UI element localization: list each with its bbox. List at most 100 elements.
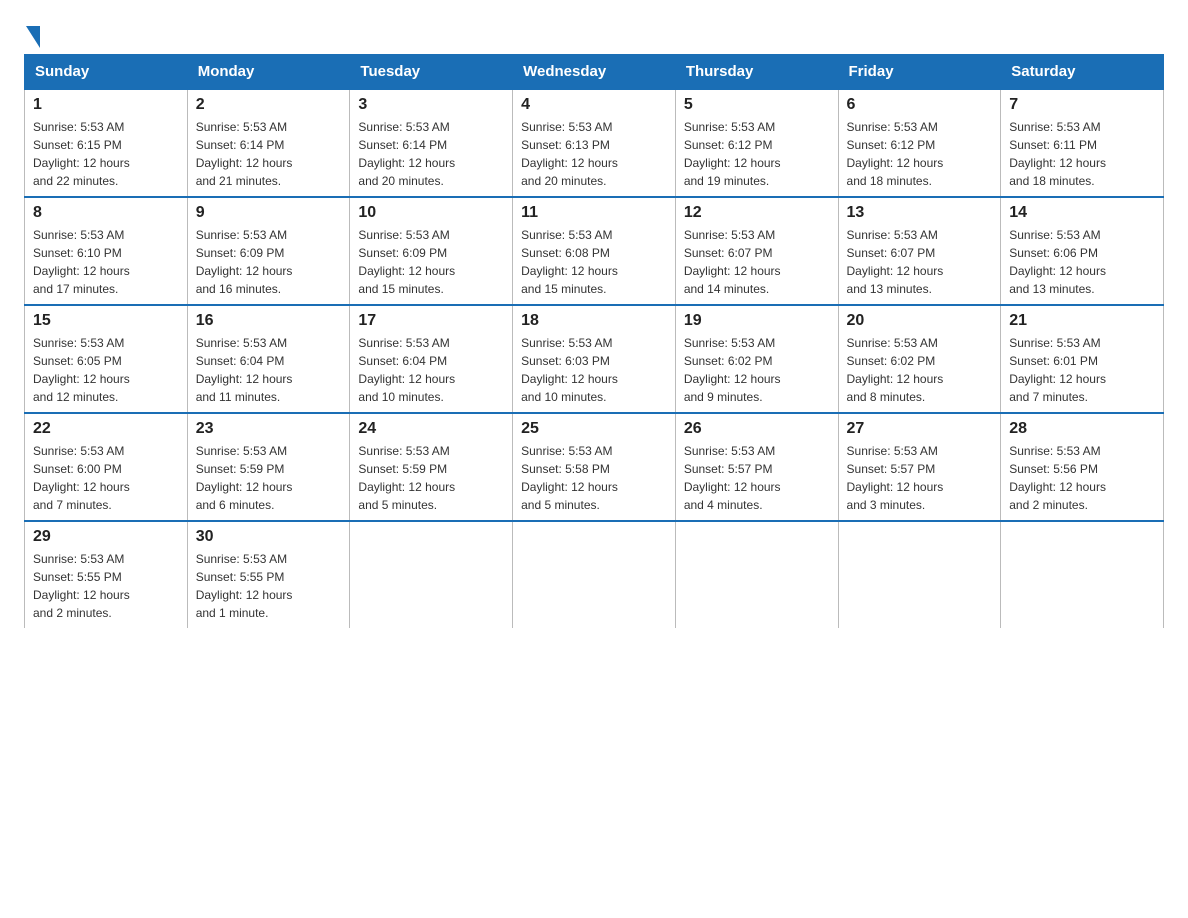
day-number: 13 bbox=[847, 204, 993, 222]
calendar-week-row: 1 Sunrise: 5:53 AM Sunset: 6:15 PM Dayli… bbox=[25, 89, 1164, 197]
calendar-day-cell: 8 Sunrise: 5:53 AM Sunset: 6:10 PM Dayli… bbox=[25, 197, 188, 305]
day-info: Sunrise: 5:53 AM Sunset: 6:05 PM Dayligh… bbox=[33, 334, 179, 406]
day-info: Sunrise: 5:53 AM Sunset: 6:12 PM Dayligh… bbox=[684, 118, 830, 190]
day-number: 3 bbox=[358, 96, 504, 114]
calendar-day-cell: 9 Sunrise: 5:53 AM Sunset: 6:09 PM Dayli… bbox=[187, 197, 350, 305]
weekday-header-monday: Monday bbox=[187, 55, 350, 90]
day-info: Sunrise: 5:53 AM Sunset: 6:07 PM Dayligh… bbox=[684, 226, 830, 298]
day-number: 9 bbox=[196, 204, 342, 222]
calendar-day-cell: 11 Sunrise: 5:53 AM Sunset: 6:08 PM Dayl… bbox=[513, 197, 676, 305]
day-number: 1 bbox=[33, 96, 179, 114]
day-number: 7 bbox=[1009, 96, 1155, 114]
day-number: 23 bbox=[196, 420, 342, 438]
day-number: 26 bbox=[684, 420, 830, 438]
calendar-day-cell: 6 Sunrise: 5:53 AM Sunset: 6:12 PM Dayli… bbox=[838, 89, 1001, 197]
day-number: 14 bbox=[1009, 204, 1155, 222]
day-number: 18 bbox=[521, 312, 667, 330]
calendar-day-cell: 7 Sunrise: 5:53 AM Sunset: 6:11 PM Dayli… bbox=[1001, 89, 1164, 197]
day-info: Sunrise: 5:53 AM Sunset: 6:15 PM Dayligh… bbox=[33, 118, 179, 190]
calendar-day-cell: 12 Sunrise: 5:53 AM Sunset: 6:07 PM Dayl… bbox=[675, 197, 838, 305]
calendar-day-cell: 20 Sunrise: 5:53 AM Sunset: 6:02 PM Dayl… bbox=[838, 305, 1001, 413]
day-number: 29 bbox=[33, 528, 179, 546]
day-number: 22 bbox=[33, 420, 179, 438]
calendar-day-cell: 28 Sunrise: 5:53 AM Sunset: 5:56 PM Dayl… bbox=[1001, 413, 1164, 521]
day-number: 6 bbox=[847, 96, 993, 114]
calendar-day-cell: 24 Sunrise: 5:53 AM Sunset: 5:59 PM Dayl… bbox=[350, 413, 513, 521]
logo bbox=[24, 24, 40, 44]
calendar-day-cell: 10 Sunrise: 5:53 AM Sunset: 6:09 PM Dayl… bbox=[350, 197, 513, 305]
weekday-header-wednesday: Wednesday bbox=[513, 55, 676, 90]
calendar-day-cell: 21 Sunrise: 5:53 AM Sunset: 6:01 PM Dayl… bbox=[1001, 305, 1164, 413]
day-info: Sunrise: 5:53 AM Sunset: 6:02 PM Dayligh… bbox=[847, 334, 993, 406]
calendar-week-row: 15 Sunrise: 5:53 AM Sunset: 6:05 PM Dayl… bbox=[25, 305, 1164, 413]
day-info: Sunrise: 5:53 AM Sunset: 6:02 PM Dayligh… bbox=[684, 334, 830, 406]
day-info: Sunrise: 5:53 AM Sunset: 6:13 PM Dayligh… bbox=[521, 118, 667, 190]
calendar-day-cell: 1 Sunrise: 5:53 AM Sunset: 6:15 PM Dayli… bbox=[25, 89, 188, 197]
calendar-day-cell: 26 Sunrise: 5:53 AM Sunset: 5:57 PM Dayl… bbox=[675, 413, 838, 521]
calendar-day-cell bbox=[513, 521, 676, 628]
day-info: Sunrise: 5:53 AM Sunset: 5:59 PM Dayligh… bbox=[196, 442, 342, 514]
day-number: 4 bbox=[521, 96, 667, 114]
day-number: 19 bbox=[684, 312, 830, 330]
day-number: 16 bbox=[196, 312, 342, 330]
day-info: Sunrise: 5:53 AM Sunset: 5:56 PM Dayligh… bbox=[1009, 442, 1155, 514]
day-info: Sunrise: 5:53 AM Sunset: 6:10 PM Dayligh… bbox=[33, 226, 179, 298]
calendar-day-cell: 25 Sunrise: 5:53 AM Sunset: 5:58 PM Dayl… bbox=[513, 413, 676, 521]
day-info: Sunrise: 5:53 AM Sunset: 6:04 PM Dayligh… bbox=[196, 334, 342, 406]
day-number: 5 bbox=[684, 96, 830, 114]
day-number: 27 bbox=[847, 420, 993, 438]
day-number: 28 bbox=[1009, 420, 1155, 438]
calendar-day-cell: 22 Sunrise: 5:53 AM Sunset: 6:00 PM Dayl… bbox=[25, 413, 188, 521]
calendar-day-cell: 19 Sunrise: 5:53 AM Sunset: 6:02 PM Dayl… bbox=[675, 305, 838, 413]
calendar-day-cell: 13 Sunrise: 5:53 AM Sunset: 6:07 PM Dayl… bbox=[838, 197, 1001, 305]
day-info: Sunrise: 5:53 AM Sunset: 6:11 PM Dayligh… bbox=[1009, 118, 1155, 190]
weekday-header-friday: Friday bbox=[838, 55, 1001, 90]
day-number: 11 bbox=[521, 204, 667, 222]
day-info: Sunrise: 5:53 AM Sunset: 6:14 PM Dayligh… bbox=[358, 118, 504, 190]
calendar-day-cell: 5 Sunrise: 5:53 AM Sunset: 6:12 PM Dayli… bbox=[675, 89, 838, 197]
calendar-day-cell: 23 Sunrise: 5:53 AM Sunset: 5:59 PM Dayl… bbox=[187, 413, 350, 521]
day-info: Sunrise: 5:53 AM Sunset: 5:55 PM Dayligh… bbox=[33, 550, 179, 622]
day-info: Sunrise: 5:53 AM Sunset: 6:12 PM Dayligh… bbox=[847, 118, 993, 190]
day-number: 2 bbox=[196, 96, 342, 114]
day-info: Sunrise: 5:53 AM Sunset: 5:59 PM Dayligh… bbox=[358, 442, 504, 514]
day-number: 15 bbox=[33, 312, 179, 330]
day-number: 8 bbox=[33, 204, 179, 222]
calendar-week-row: 22 Sunrise: 5:53 AM Sunset: 6:00 PM Dayl… bbox=[25, 413, 1164, 521]
calendar-day-cell bbox=[838, 521, 1001, 628]
calendar-day-cell bbox=[1001, 521, 1164, 628]
weekday-header-sunday: Sunday bbox=[25, 55, 188, 90]
calendar-day-cell: 2 Sunrise: 5:53 AM Sunset: 6:14 PM Dayli… bbox=[187, 89, 350, 197]
logo-triangle-icon bbox=[26, 26, 40, 48]
day-info: Sunrise: 5:53 AM Sunset: 6:03 PM Dayligh… bbox=[521, 334, 667, 406]
day-info: Sunrise: 5:53 AM Sunset: 5:57 PM Dayligh… bbox=[847, 442, 993, 514]
day-number: 10 bbox=[358, 204, 504, 222]
day-info: Sunrise: 5:53 AM Sunset: 6:08 PM Dayligh… bbox=[521, 226, 667, 298]
day-info: Sunrise: 5:53 AM Sunset: 6:07 PM Dayligh… bbox=[847, 226, 993, 298]
day-info: Sunrise: 5:53 AM Sunset: 6:06 PM Dayligh… bbox=[1009, 226, 1155, 298]
day-info: Sunrise: 5:53 AM Sunset: 6:14 PM Dayligh… bbox=[196, 118, 342, 190]
day-info: Sunrise: 5:53 AM Sunset: 5:58 PM Dayligh… bbox=[521, 442, 667, 514]
day-number: 25 bbox=[521, 420, 667, 438]
calendar-table: SundayMondayTuesdayWednesdayThursdayFrid… bbox=[24, 54, 1164, 628]
day-info: Sunrise: 5:53 AM Sunset: 6:09 PM Dayligh… bbox=[196, 226, 342, 298]
weekday-header-row: SundayMondayTuesdayWednesdayThursdayFrid… bbox=[25, 55, 1164, 90]
day-number: 17 bbox=[358, 312, 504, 330]
day-info: Sunrise: 5:53 AM Sunset: 6:09 PM Dayligh… bbox=[358, 226, 504, 298]
weekday-header-thursday: Thursday bbox=[675, 55, 838, 90]
day-number: 30 bbox=[196, 528, 342, 546]
day-number: 20 bbox=[847, 312, 993, 330]
calendar-day-cell bbox=[675, 521, 838, 628]
calendar-day-cell: 4 Sunrise: 5:53 AM Sunset: 6:13 PM Dayli… bbox=[513, 89, 676, 197]
calendar-day-cell: 14 Sunrise: 5:53 AM Sunset: 6:06 PM Dayl… bbox=[1001, 197, 1164, 305]
weekday-header-tuesday: Tuesday bbox=[350, 55, 513, 90]
day-info: Sunrise: 5:53 AM Sunset: 5:57 PM Dayligh… bbox=[684, 442, 830, 514]
calendar-week-row: 8 Sunrise: 5:53 AM Sunset: 6:10 PM Dayli… bbox=[25, 197, 1164, 305]
day-info: Sunrise: 5:53 AM Sunset: 6:01 PM Dayligh… bbox=[1009, 334, 1155, 406]
day-number: 24 bbox=[358, 420, 504, 438]
calendar-day-cell: 18 Sunrise: 5:53 AM Sunset: 6:03 PM Dayl… bbox=[513, 305, 676, 413]
day-number: 21 bbox=[1009, 312, 1155, 330]
calendar-day-cell bbox=[350, 521, 513, 628]
calendar-day-cell: 15 Sunrise: 5:53 AM Sunset: 6:05 PM Dayl… bbox=[25, 305, 188, 413]
calendar-week-row: 29 Sunrise: 5:53 AM Sunset: 5:55 PM Dayl… bbox=[25, 521, 1164, 628]
